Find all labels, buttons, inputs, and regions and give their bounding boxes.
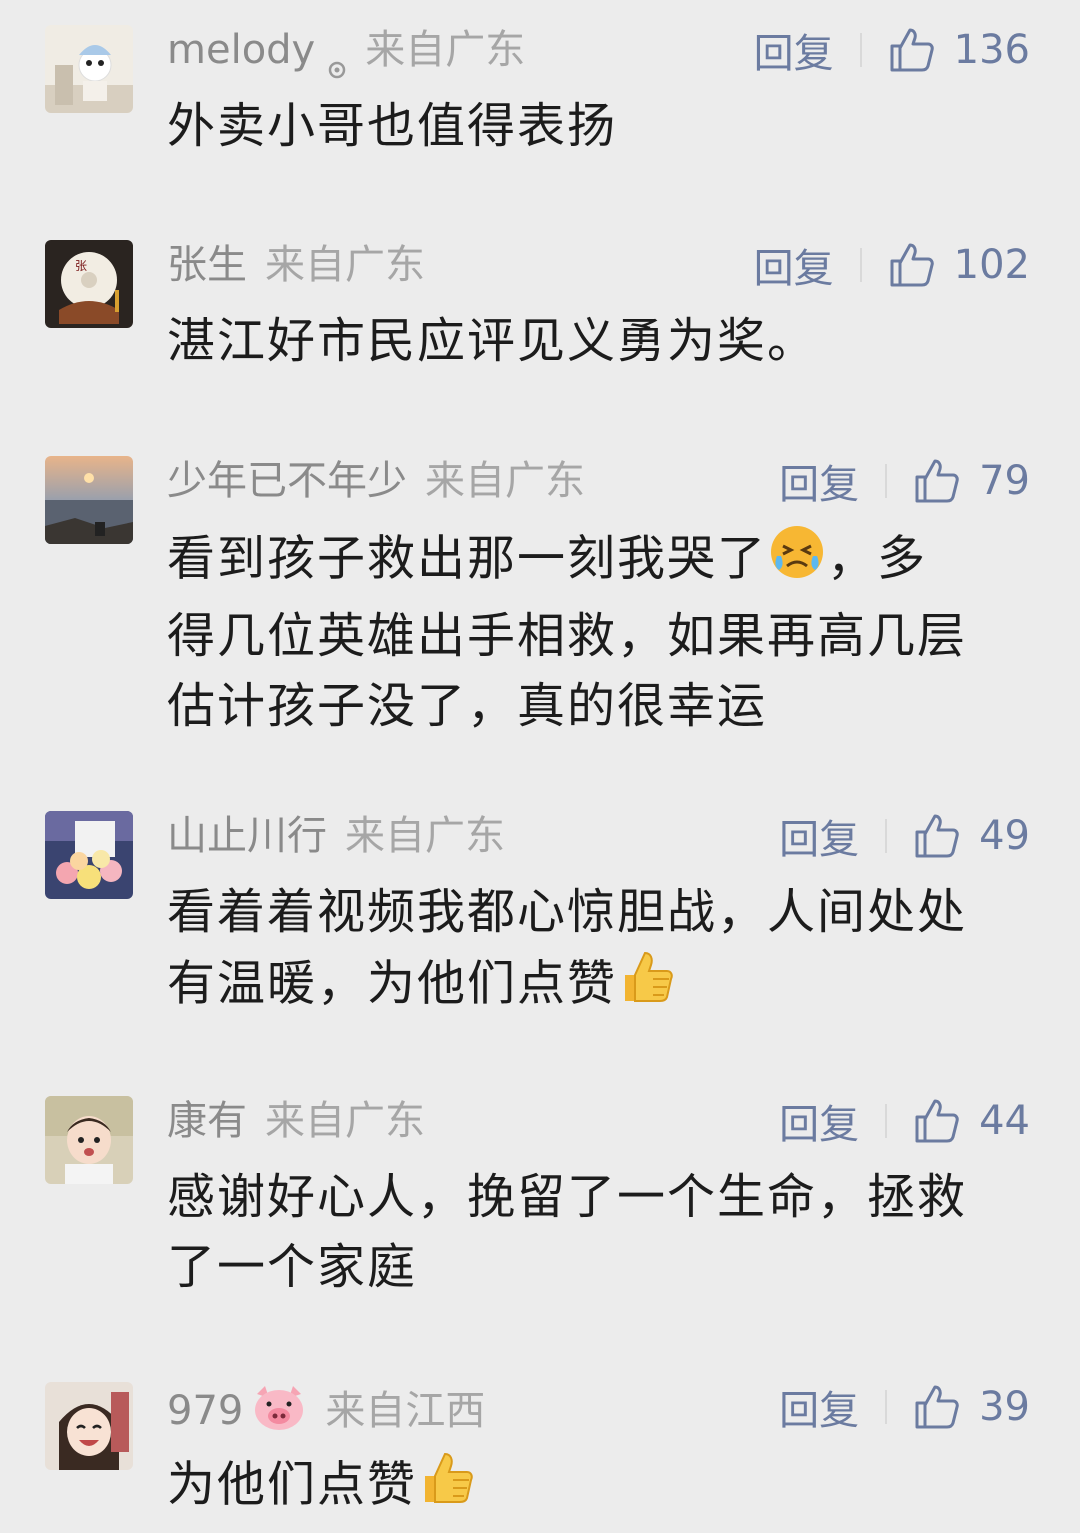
- wechat-channel-icon: [327, 42, 347, 79]
- comment-text-segment: 看到孩子救出那一刻我哭了: [167, 530, 768, 587]
- like-button[interactable]: 44: [913, 1097, 1030, 1145]
- username[interactable]: 979: [167, 1388, 243, 1434]
- username[interactable]: melody: [167, 27, 315, 73]
- avatar[interactable]: [45, 1382, 133, 1470]
- thumbs-up-emoji-icon: [417, 1448, 477, 1527]
- username[interactable]: 山止川行: [167, 813, 327, 859]
- thumbs-up-icon: [915, 814, 959, 858]
- divider: [885, 1390, 888, 1424]
- crying-face-icon: [767, 522, 827, 601]
- comment-text: 看着着视频我都心惊胆战，人间处处 有温暖，为他们点赞: [167, 877, 1037, 1026]
- location: 来自广东: [425, 458, 585, 504]
- comment-meta: 张生 来自广东: [167, 240, 425, 290]
- comment-text-segment: ，多: [827, 530, 928, 587]
- comment-text: 看到孩子救出那一刻我哭了 ，多 得几位英雄出手相救，如果再高几层 估计孩子没了，真…: [167, 522, 1037, 741]
- comment-text-line: 看到孩子救出那一刻我哭了 ，多: [167, 522, 1037, 601]
- divider: [885, 464, 888, 498]
- like-button[interactable]: 136: [888, 26, 1030, 74]
- like-count: 136: [953, 27, 1030, 73]
- avatar[interactable]: [45, 1096, 133, 1184]
- pig-face-icon: [251, 1382, 307, 1444]
- comment-meta: 康有 来自广东: [167, 1096, 425, 1146]
- location: 来自广东: [265, 242, 425, 288]
- avatar[interactable]: [45, 25, 133, 113]
- comment-text: 湛江好市民应评见义勇为奖。: [167, 313, 818, 369]
- comment-text-line: 了一个家庭: [167, 1239, 418, 1295]
- comment-text: 为他们点赞: [167, 1448, 1037, 1527]
- like-button[interactable]: 102: [888, 241, 1030, 289]
- username[interactable]: 张生: [167, 242, 247, 288]
- divider: [859, 33, 862, 67]
- comment-text: 感谢好心人，挽留了一个生命，拯救 了一个家庭: [167, 1162, 1037, 1302]
- comment-actions: 回复 79: [779, 456, 1030, 508]
- thumbs-up-icon: [915, 1099, 959, 1143]
- like-button[interactable]: 49: [913, 812, 1030, 860]
- thumbs-up-icon: [915, 1385, 959, 1429]
- like-button[interactable]: 79: [913, 457, 1030, 505]
- comment-actions: 回复 44: [779, 1096, 1030, 1148]
- comment-meta: 979 来自江西: [167, 1382, 486, 1434]
- comment-meta: melody 来自广东: [167, 25, 526, 79]
- reply-button[interactable]: 回复: [779, 1378, 859, 1436]
- comment-text: 外卖小哥也值得表扬: [167, 98, 618, 154]
- location: 来自江西: [325, 1388, 486, 1434]
- location: 来自广东: [345, 813, 505, 859]
- reply-button[interactable]: 回复: [754, 21, 834, 79]
- comment-text-line: 估计孩子没了，真的很幸运: [167, 678, 768, 734]
- comment-actions: 回复 49: [779, 811, 1030, 863]
- username[interactable]: 康有: [167, 1098, 247, 1144]
- avatar[interactable]: 张: [45, 240, 133, 328]
- location: 来自广东: [265, 1098, 425, 1144]
- like-count: 44: [979, 1098, 1030, 1144]
- comment-actions: 回复 136: [754, 25, 1030, 77]
- like-count: 49: [979, 813, 1030, 859]
- comment-text-line: 得几位英雄出手相救，如果再高几层: [167, 608, 968, 664]
- thumbs-up-emoji-icon: [617, 947, 677, 1026]
- divider: [885, 819, 888, 853]
- like-count: 79: [979, 458, 1030, 504]
- like-button[interactable]: 39: [913, 1383, 1030, 1431]
- comment-text-segment: 有温暖，为他们点赞: [167, 955, 618, 1012]
- divider: [859, 248, 862, 282]
- divider: [885, 1104, 888, 1138]
- comment-actions: 回复 102: [754, 240, 1030, 292]
- like-count: 102: [953, 242, 1030, 288]
- thumbs-up-icon: [890, 243, 934, 287]
- thumbs-up-icon: [890, 28, 934, 72]
- comment-text-line: 感谢好心人，挽留了一个生命，拯救: [167, 1169, 968, 1225]
- like-count: 39: [979, 1384, 1030, 1430]
- thumbs-up-icon: [915, 459, 959, 503]
- comment-meta: 山止川行 来自广东: [167, 811, 505, 861]
- username[interactable]: 少年已不年少: [167, 458, 407, 504]
- comment-text-line: 有温暖，为他们点赞: [167, 947, 1037, 1026]
- reply-button[interactable]: 回复: [779, 807, 859, 865]
- avatar[interactable]: [45, 811, 133, 899]
- svg-text:张: 张: [75, 259, 87, 273]
- comment-text-segment: 为他们点赞: [167, 1456, 418, 1513]
- comment-meta: 少年已不年少 来自广东: [167, 456, 585, 506]
- location: 来自广东: [365, 27, 526, 73]
- avatar[interactable]: [45, 456, 133, 544]
- comment-actions: 回复 39: [779, 1382, 1030, 1434]
- reply-button[interactable]: 回复: [779, 452, 859, 510]
- reply-button[interactable]: 回复: [779, 1092, 859, 1150]
- reply-button[interactable]: 回复: [754, 236, 834, 294]
- comment-text-line: 看着着视频我都心惊胆战，人间处处: [167, 884, 968, 940]
